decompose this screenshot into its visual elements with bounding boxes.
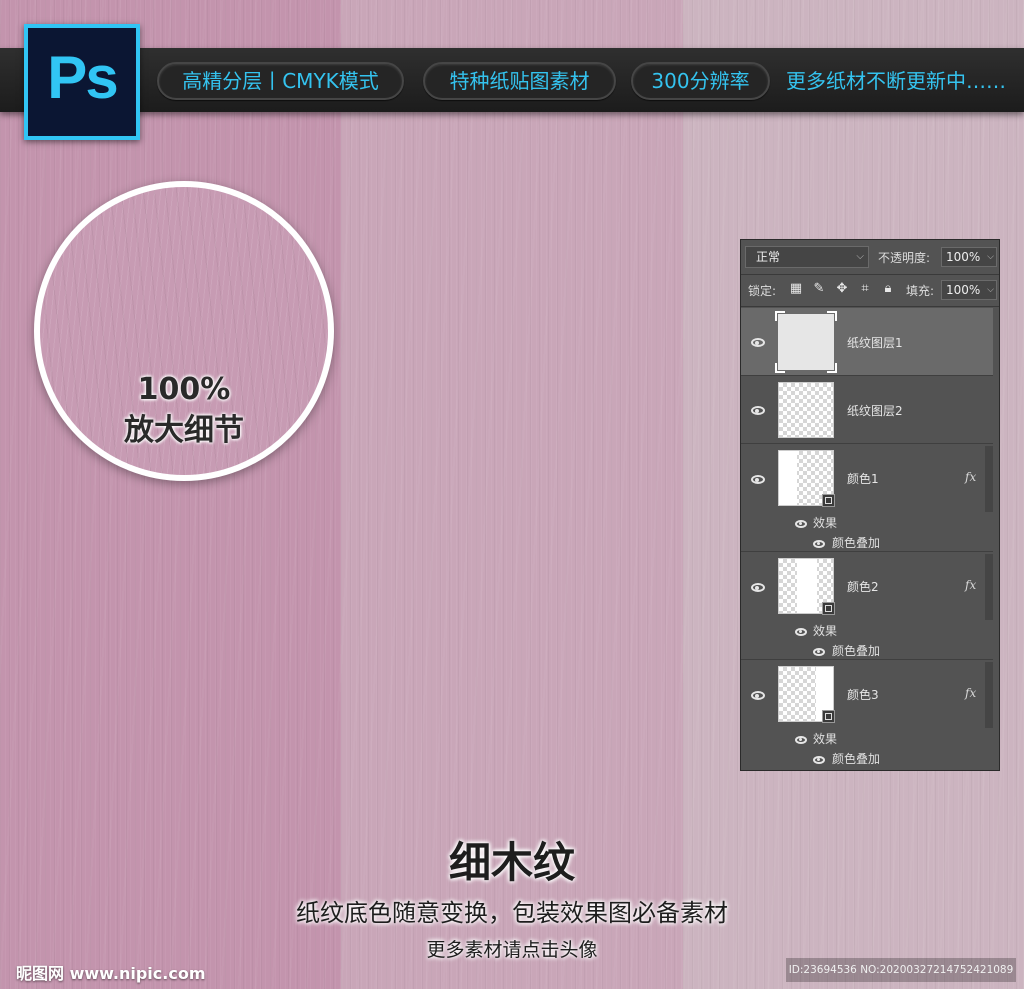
fx-icon[interactable]: fx xyxy=(965,470,976,484)
lock-transparent-icon[interactable]: ▦ xyxy=(789,282,803,296)
layer-name: 纸纹图层1 xyxy=(847,336,903,350)
layer-name: 颜色3 xyxy=(847,688,879,702)
chevron-down-icon: ⌵ xyxy=(987,252,994,262)
layer-row-paper-2[interactable]: 纸纹图层2 xyxy=(741,376,993,444)
lock-label: 锁定: xyxy=(748,284,777,298)
chevron-down-icon: ⌵ xyxy=(987,285,994,295)
eye-icon[interactable] xyxy=(751,691,765,700)
watermark-left: 昵图网 www.nipic.com xyxy=(16,964,206,983)
magnifier-caption: 放大细节 xyxy=(124,413,244,448)
eye-icon[interactable] xyxy=(795,628,807,636)
watermark-right: ID:23694536 NO:20200327214752421089 xyxy=(786,958,1016,982)
eye-icon[interactable] xyxy=(813,648,825,656)
chevron-down-icon: ⌵ xyxy=(856,251,864,262)
layer-name: 颜色1 xyxy=(847,472,879,486)
move-icon[interactable]: ✥ xyxy=(835,282,849,296)
brush-icon[interactable]: ✎ xyxy=(812,282,826,296)
layers-panel-options-row: 正常 ⌵ 不透明度: 100% ⌵ xyxy=(741,240,999,275)
eye-icon[interactable] xyxy=(751,406,765,415)
fill-input[interactable]: 100% ⌵ xyxy=(941,280,997,300)
effects-label: 效果 xyxy=(813,732,838,746)
effects-label: 效果 xyxy=(813,624,838,638)
fx-icon[interactable]: fx xyxy=(965,686,976,700)
layer-row-color-1[interactable]: 颜色1 fx ⌃ 效果 颜色叠加 xyxy=(741,444,993,552)
layer-row-color-3[interactable]: 颜色3 fx ⌃ 效果 颜色叠加 xyxy=(741,660,993,770)
fill-value: 100% xyxy=(946,283,981,297)
layers-panel-lock-row: 锁定: ▦ ✎ ✥ ⌗ 🔒︎ 填充: 100% ⌵ xyxy=(741,274,999,307)
eye-icon[interactable] xyxy=(751,338,765,347)
eye-icon[interactable] xyxy=(813,756,825,764)
layer-row-paper-1[interactable]: 纸纹图层1 xyxy=(741,308,993,376)
crop-icon[interactable]: ⌗ xyxy=(858,282,872,296)
eye-icon[interactable] xyxy=(795,520,807,528)
photoshop-logo-icon: Ps xyxy=(24,24,140,140)
banner-tail-text: 更多纸材不断更新中…… xyxy=(786,69,1006,93)
blend-mode-value: 正常 xyxy=(756,250,781,264)
layer-scroll-strip xyxy=(985,662,993,728)
eye-icon[interactable] xyxy=(751,583,765,592)
effect-name: 颜色叠加 xyxy=(832,752,881,766)
layer-scroll-strip xyxy=(985,554,993,620)
clipping-mask-icon xyxy=(822,710,835,723)
layer-name: 颜色2 xyxy=(847,580,879,594)
fx-icon[interactable]: fx xyxy=(965,578,976,592)
layer-scroll-strip xyxy=(985,446,993,512)
fill-label: 填充: xyxy=(906,284,935,298)
layers-panel: 正常 ⌵ 不透明度: 100% ⌵ 锁定: ▦ ✎ ✥ ⌗ 🔒︎ 填充: 100… xyxy=(740,239,1000,771)
blend-mode-select[interactable]: 正常 ⌵ xyxy=(745,246,869,268)
eye-icon[interactable] xyxy=(795,736,807,744)
layer-thumbnail xyxy=(778,558,835,615)
clipping-mask-icon xyxy=(822,494,835,507)
layer-name: 纸纹图层2 xyxy=(847,404,903,418)
layer-row-color-2[interactable]: 颜色2 fx ⌃ 效果 颜色叠加 xyxy=(741,552,993,660)
opacity-value: 100% xyxy=(946,250,981,264)
clipping-mask-icon xyxy=(822,602,835,615)
opacity-label: 不透明度: xyxy=(878,251,931,265)
magnifier-percent: 100% xyxy=(137,372,231,407)
tag-pill-layers: 高精分层丨CMYK模式 xyxy=(157,62,404,100)
effects-label: 效果 xyxy=(813,516,838,530)
footer-title: 细木纹 xyxy=(448,838,575,887)
opacity-input[interactable]: 100% ⌵ xyxy=(941,247,997,267)
effect-name: 颜色叠加 xyxy=(832,536,881,550)
footer-subtitle: 纸纹底色随意变换，包装效果图必备素材 xyxy=(296,899,728,927)
lock-icon[interactable]: 🔒︎ xyxy=(881,282,895,296)
effect-name: 颜色叠加 xyxy=(832,644,881,658)
eye-icon[interactable] xyxy=(751,475,765,484)
tag-pill-paper: 特种纸贴图素材 xyxy=(423,62,616,100)
tag-pill-resolution: 300分辨率 xyxy=(631,62,770,100)
selection-corners xyxy=(775,311,837,373)
layer-thumbnail xyxy=(778,666,835,723)
eye-icon[interactable] xyxy=(813,540,825,548)
layer-thumbnail xyxy=(778,382,834,438)
layer-thumbnail xyxy=(778,450,835,507)
